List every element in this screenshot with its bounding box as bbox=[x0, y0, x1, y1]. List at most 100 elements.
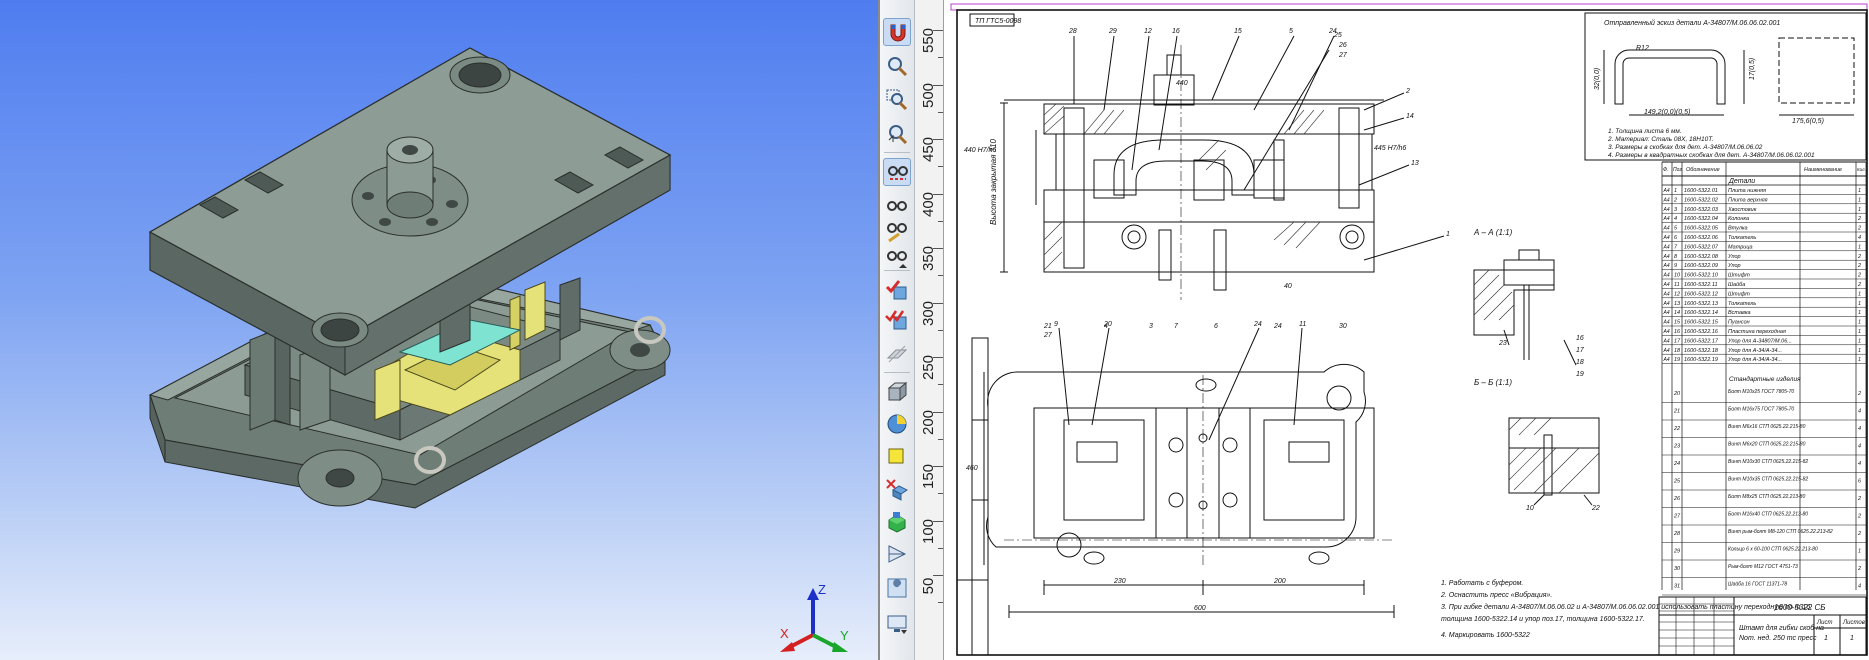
bom-row-format: А4 bbox=[1663, 291, 1670, 297]
svg-text:6: 6 bbox=[1214, 323, 1218, 330]
bom-row-format: А4 bbox=[1663, 254, 1670, 260]
glasses-icon[interactable] bbox=[883, 192, 911, 220]
bom-std-name: Шайба 16 ГОСТ 11371-78 bbox=[1728, 581, 1787, 588]
bom-std-name: Болт М10х25 ГОСТ 7805-70 bbox=[1728, 389, 1794, 395]
ruler-minor-tick bbox=[938, 329, 943, 331]
bom-row-designation: 1600-5322.13 bbox=[1684, 301, 1719, 307]
bom-row-format: А4 bbox=[1663, 216, 1670, 222]
svg-text:10: 10 bbox=[1526, 505, 1534, 512]
yellow-cube-icon[interactable] bbox=[883, 442, 911, 470]
ruler-minor-tick bbox=[938, 275, 943, 277]
bom-row-designation: 1600-5322.18 bbox=[1684, 348, 1719, 354]
svg-text:22: 22 bbox=[1591, 505, 1600, 512]
view-cube-icon[interactable] bbox=[883, 378, 911, 406]
sphere-color-icon[interactable] bbox=[883, 410, 911, 438]
scissors-cube-icon[interactable] bbox=[883, 476, 911, 504]
ruler-label: 550 bbox=[920, 27, 937, 53]
wrench-icon[interactable] bbox=[883, 574, 911, 602]
3d-viewport[interactable]: Z X Y bbox=[0, 0, 878, 660]
bom-std-name: Винт М10х30 СТП 0625.22.215-82 bbox=[1728, 459, 1808, 465]
svg-text:3: 3 bbox=[1149, 323, 1153, 330]
bom-row-name: Плита верхняя bbox=[1728, 197, 1768, 203]
ruler-minor-tick bbox=[938, 547, 943, 549]
bom-std-qty: 2 bbox=[1857, 531, 1861, 537]
bom-row-format: А4 bbox=[1663, 188, 1670, 194]
bom-std-name: Болт М16х75 ГОСТ 7805-70 bbox=[1728, 407, 1794, 413]
bom-row-name: Плита нижняя bbox=[1728, 188, 1766, 194]
bom-std-qty: 2 bbox=[1857, 566, 1861, 572]
svg-text:Листов: Листов bbox=[1842, 620, 1865, 626]
bom-std-qty: 4 bbox=[1858, 461, 1861, 467]
bom-row-designation: 1600-5322.03 bbox=[1684, 207, 1719, 213]
zoom-previous-icon[interactable] bbox=[883, 120, 911, 148]
svg-text:13: 13 bbox=[1411, 160, 1419, 167]
check-cube-icon[interactable] bbox=[883, 276, 911, 304]
bom-row-pos: 4 bbox=[1674, 216, 1677, 222]
bom-row-pos: 12 bbox=[1674, 291, 1680, 297]
bom-row-designation: 1600-5322.17 bbox=[1684, 338, 1719, 344]
ruler-label: 250 bbox=[920, 354, 937, 380]
svg-text:1: 1 bbox=[1824, 635, 1828, 642]
ruler-minor-tick bbox=[938, 438, 943, 440]
dim-v2: 40 bbox=[1284, 283, 1292, 290]
bom-std-qty: 2 bbox=[1857, 391, 1861, 397]
svg-text:24: 24 bbox=[1253, 321, 1262, 328]
axis-x-label: X bbox=[780, 626, 789, 641]
bom-row-designation: 1600-5322.01 bbox=[1684, 188, 1718, 194]
die-set-3d-model[interactable] bbox=[0, 0, 878, 660]
bom-row-name: Втулка bbox=[1728, 226, 1748, 232]
svg-text:175,6(0,5): 175,6(0,5) bbox=[1792, 118, 1824, 125]
glasses-arrow-icon[interactable] bbox=[883, 244, 911, 272]
svg-text:2. Оснастить пресс «Вибрация».: 2. Оснастить пресс «Вибрация». bbox=[1440, 591, 1552, 599]
svg-text:3. При гибке детали А-34807/М.: 3. При гибке детали А-34807/М.06.06.02 и… bbox=[1441, 603, 1812, 611]
projection-icon[interactable] bbox=[883, 540, 911, 568]
bom-std-qty: 4 bbox=[1858, 426, 1861, 432]
magnet-snap-icon[interactable] bbox=[883, 18, 911, 46]
bom-std-name: Болт М16х40 СТП 0625.22.213-80 bbox=[1728, 512, 1808, 518]
svg-text:32(0,0): 32(0,0) bbox=[1594, 68, 1601, 90]
pencil-glasses-icon[interactable] bbox=[883, 218, 911, 246]
bom-row-qty: 4 bbox=[1858, 235, 1861, 241]
bom-col-name: Наименование bbox=[1804, 167, 1842, 173]
bom-std-pos: 29 bbox=[1673, 549, 1680, 555]
show-hide-icon[interactable] bbox=[883, 158, 911, 186]
svg-text:27: 27 bbox=[1043, 332, 1053, 339]
title-name-2: Nom. нед. 250 тс пресс bbox=[1739, 634, 1817, 642]
bom-row-designation: 1600-5322.09 bbox=[1684, 263, 1718, 269]
zoom-window-icon[interactable] bbox=[883, 86, 911, 114]
bom-std-name: Рым-болт М12 ГОСТ 4751-73 bbox=[1728, 564, 1798, 570]
bom-std-name: Кольцо 6 х 60-100 СТП 0625.22.213-80 bbox=[1728, 547, 1818, 553]
vertical-view-toolbar bbox=[880, 0, 915, 660]
zoom-icon[interactable] bbox=[883, 52, 911, 80]
bom-row-qty: 1 bbox=[1858, 320, 1861, 326]
bom-row-qty: 1 bbox=[1858, 329, 1861, 335]
bom-std-qty: 1 bbox=[1858, 549, 1861, 555]
bom-row-pos: 1 bbox=[1674, 188, 1677, 194]
bom-std-name: Винт М6х16 СТП 0625.22.215-80 bbox=[1728, 424, 1806, 430]
ruler-label: 450 bbox=[920, 136, 937, 162]
drawing-sheet[interactable]: ТП ГТС5-0098 Высота закрытая 310 440 H7/… bbox=[944, 0, 1869, 660]
plan-dim-total: 600 bbox=[1194, 605, 1206, 612]
title-designation: 1600-5322 СБ bbox=[1774, 603, 1825, 612]
bom-row-name: Упор bbox=[1727, 263, 1741, 269]
green-shape-icon[interactable] bbox=[883, 508, 911, 536]
vertical-ruler: 550 500 450 400 350 300 250 200 150 100 50 bbox=[915, 0, 944, 660]
bom-row-format: А4 bbox=[1663, 235, 1670, 241]
svg-text:24: 24 bbox=[1273, 323, 1282, 330]
ruler-minor-tick bbox=[938, 111, 943, 113]
axis-y-label: Y bbox=[840, 628, 849, 643]
bom-std-pos: 21 bbox=[1673, 409, 1680, 415]
bom-row-qty: 1 bbox=[1858, 348, 1861, 354]
plane-icon[interactable] bbox=[883, 340, 911, 368]
screen-icon[interactable] bbox=[883, 610, 911, 638]
bom-row-designation: 1600-5322.14 bbox=[1684, 310, 1718, 316]
title-name-1: Штамп для гибки скоб на bbox=[1739, 624, 1824, 632]
bom-row-name: Толкатель bbox=[1728, 235, 1756, 241]
bom-row-pos: 17 bbox=[1674, 338, 1681, 344]
double-check-icon[interactable] bbox=[883, 306, 911, 334]
bom-row-format: А4 bbox=[1663, 301, 1670, 307]
bom-row-pos: 19 bbox=[1674, 357, 1680, 363]
bom-row-format: А4 bbox=[1663, 357, 1670, 363]
svg-text:4. Маркировать 1600-5322: 4. Маркировать 1600-5322 bbox=[1441, 632, 1530, 639]
drawing-stamp: ТП ГТС5-0098 bbox=[975, 18, 1021, 25]
